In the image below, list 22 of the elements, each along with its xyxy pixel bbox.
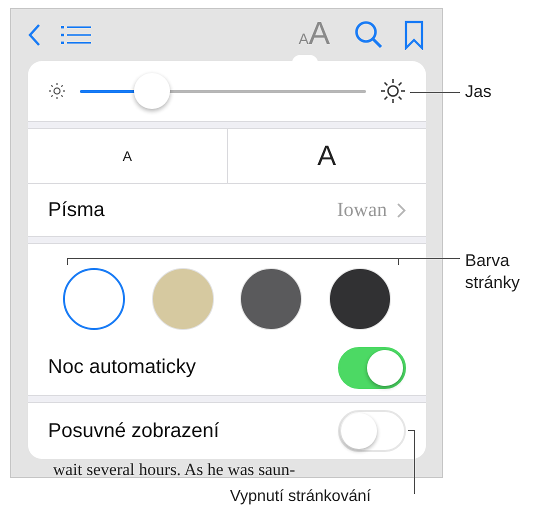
- callout-label: Jas: [465, 82, 492, 102]
- back-icon[interactable]: [27, 23, 41, 47]
- slider-thumb[interactable]: [134, 73, 170, 109]
- font-value: Iowan: [337, 198, 387, 222]
- leader-line: [410, 92, 460, 93]
- callout-label: Vypnutí stránkování: [230, 488, 371, 506]
- brightness-slider[interactable]: [80, 71, 366, 111]
- toggle-label: Noc automaticky: [48, 356, 196, 379]
- fonts-row[interactable]: Písma Iowan: [28, 184, 426, 236]
- bookmark-icon[interactable]: [404, 20, 424, 50]
- dim-sun-icon: [48, 82, 66, 100]
- search-icon[interactable]: [354, 20, 384, 50]
- chevron-icon: [397, 202, 406, 218]
- fonts-label: Písma: [48, 198, 105, 222]
- toggle-label: Posuvné zobrazení: [48, 420, 220, 442]
- callout-label: stránky: [465, 272, 520, 294]
- book-text: wait several hours. As he was saun-: [52, 461, 296, 477]
- toggle-switch[interactable]: [338, 346, 406, 388]
- bright-sun-icon: [380, 78, 406, 104]
- callout-label: Barva: [465, 250, 510, 272]
- leader-line: [397, 258, 460, 259]
- list-icon[interactable]: [61, 25, 91, 45]
